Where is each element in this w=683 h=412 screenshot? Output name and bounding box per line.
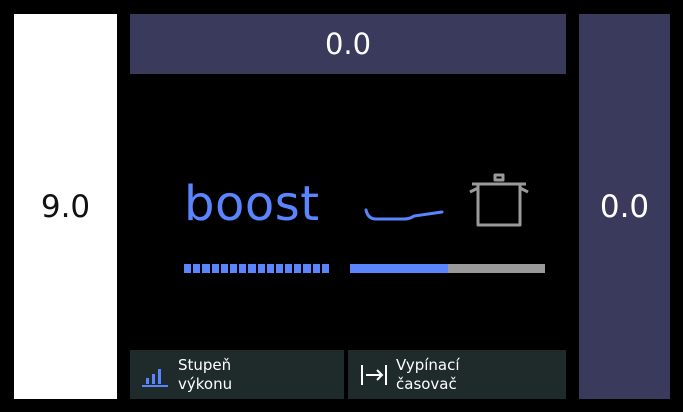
power-level-segment [303, 264, 311, 273]
cooking-pot-icon[interactable] [468, 173, 530, 228]
cookware-progress-bar [350, 264, 545, 273]
progress-remaining [447, 264, 545, 273]
zone-left-value: 9.0 [40, 188, 91, 225]
boost-mode-label: boost [184, 176, 320, 232]
power-level-icon [142, 368, 168, 387]
power-level-segment [202, 264, 210, 273]
power-level-segment [321, 264, 329, 273]
power-level-segment [275, 264, 284, 273]
timer-button-label-1: Vypínací [396, 355, 460, 374]
power-level-segment [266, 264, 274, 273]
power-level-segment [184, 264, 192, 273]
zone-right-value: 0.0 [599, 188, 650, 225]
power-level-segment [257, 264, 265, 273]
power-level-segment [248, 264, 256, 273]
zone-top-value: 0.0 [324, 27, 372, 61]
timer-button[interactable]: Vypínací časovač [348, 350, 566, 399]
power-level-segment [285, 264, 293, 273]
power-level-bar [184, 264, 329, 273]
power-level-segment [220, 264, 228, 273]
power-level-segment [239, 264, 247, 273]
cooking-zone-top[interactable]: 0.0 [130, 14, 566, 74]
progress-fill [350, 264, 448, 273]
power-button-label-2: výkonu [178, 374, 233, 393]
power-level-segment [211, 264, 219, 273]
timer-button-label-2: časovač [396, 374, 457, 393]
timer-icon [361, 364, 387, 385]
power-button-label-1: Stupeň [178, 355, 232, 374]
frying-pan-icon[interactable] [364, 202, 444, 224]
cooking-zone-right[interactable]: 0.0 [579, 14, 670, 399]
power-level-segment [229, 264, 238, 273]
power-level-segment [294, 264, 302, 273]
power-level-segment [312, 264, 320, 273]
cooking-zone-left[interactable]: 9.0 [14, 14, 117, 399]
power-level-segment [193, 264, 201, 273]
power-level-button[interactable]: Stupeň výkonu [130, 350, 344, 399]
